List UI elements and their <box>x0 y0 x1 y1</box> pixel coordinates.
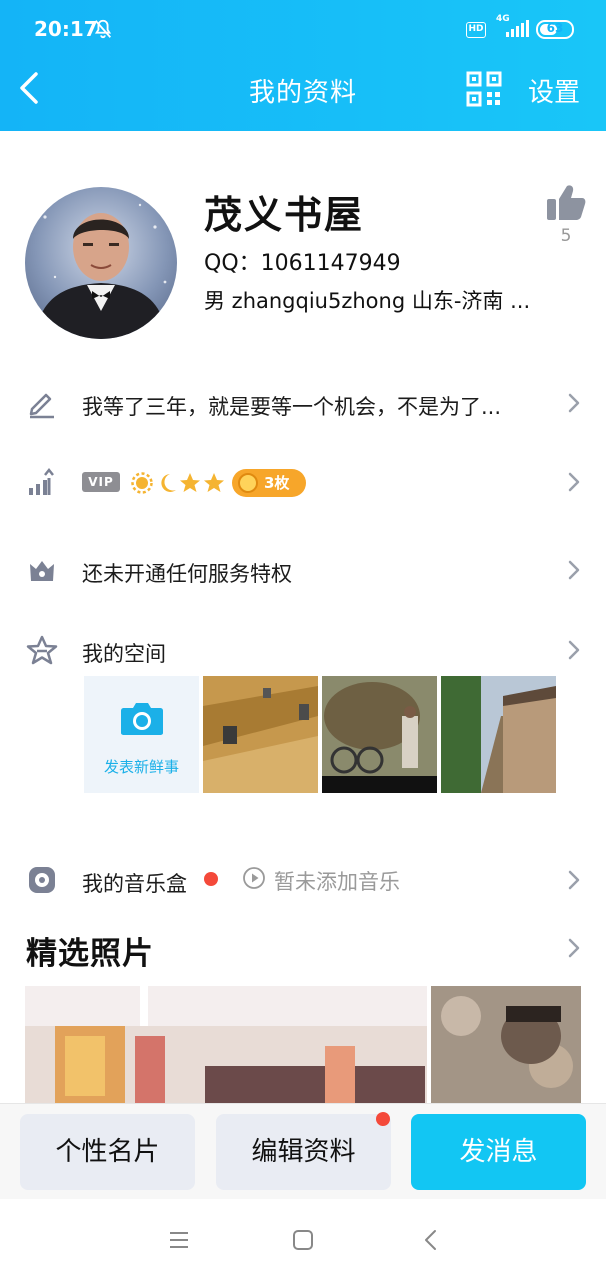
privileges-text: 还未开通任何服务特权 <box>82 562 292 586</box>
status-time: 20:17 <box>34 17 98 41</box>
pencil-icon <box>29 393 54 419</box>
space-grid: 发表新鲜事 <box>84 676 556 793</box>
space-text: 我的空间 <box>82 642 166 666</box>
featured-photos-title: 精选照片 <box>26 936 154 972</box>
chevron-right-icon <box>568 472 580 492</box>
medal-icon <box>238 473 258 493</box>
status-bar: 20:17 HD 4G 63 <box>0 0 606 58</box>
chevron-right-icon <box>568 560 580 580</box>
page-title: 我的资料 <box>248 78 357 108</box>
avatar[interactable] <box>25 187 177 339</box>
space-photo-1[interactable] <box>203 676 318 793</box>
crown-icon <box>30 561 54 581</box>
thumbs-up-icon[interactable] <box>544 182 588 224</box>
like-count: 5 <box>560 226 572 246</box>
space-photo-3[interactable] <box>441 676 556 793</box>
level-icons <box>131 472 224 494</box>
system-nav-bar <box>0 1199 606 1280</box>
menu-icon[interactable] <box>166 1227 192 1253</box>
star-icon <box>204 473 224 492</box>
music-disc-icon <box>29 867 55 893</box>
bell-off-icon <box>94 19 112 39</box>
vip-badge: VIP <box>82 472 120 492</box>
qq-number: QQ：1061147949 <box>204 251 401 276</box>
space-photo-2[interactable] <box>322 676 437 793</box>
settings-button[interactable]: 设置 <box>528 72 580 109</box>
star-icon <box>180 473 200 492</box>
profile-card-button[interactable]: 个性名片 <box>20 1114 195 1190</box>
edit-profile-button[interactable]: 编辑资料 <box>216 1114 391 1190</box>
notification-dot <box>204 872 218 886</box>
star-icon <box>26 635 58 665</box>
qr-code-icon[interactable] <box>466 71 502 107</box>
avatar-image <box>35 203 167 339</box>
profile-info: 男 zhangqiu5zhong 山东-济南 ... <box>204 289 531 313</box>
home-square-icon[interactable] <box>290 1227 316 1253</box>
action-bar: 个性名片 编辑资料 发消息 <box>0 1103 606 1199</box>
level-chart-icon <box>29 467 54 495</box>
battery-icon: 63 <box>536 20 574 39</box>
chevron-right-icon[interactable] <box>566 936 582 960</box>
signature-row[interactable]: 我等了三年，就是要等一个机会，不是为了... <box>0 373 606 433</box>
chevron-right-icon <box>568 640 580 660</box>
privileges-row[interactable]: 还未开通任何服务特权 <box>0 540 606 600</box>
music-box-text: 我的音乐盒 <box>82 872 187 896</box>
camera-icon <box>121 703 163 735</box>
notification-dot <box>376 1112 390 1126</box>
post-update-button[interactable]: 发表新鲜事 <box>84 676 199 793</box>
battery-level: 63 <box>546 21 564 35</box>
music-status: 暂未添加音乐 <box>274 870 400 894</box>
badge-count-label: 3枚 <box>264 474 290 492</box>
header: 20:17 HD 4G 63 我的资料 设置 <box>0 0 606 131</box>
chevron-right-icon <box>568 393 580 413</box>
featured-photo-2[interactable] <box>431 986 581 1106</box>
play-icon <box>243 867 265 889</box>
badge-count[interactable]: 3枚 <box>232 469 306 497</box>
hd-badge: HD <box>466 22 486 38</box>
post-update-label: 发表新鲜事 <box>103 758 179 776</box>
signal-icon <box>506 20 529 37</box>
featured-photo-1[interactable] <box>25 986 427 1106</box>
send-message-button[interactable]: 发消息 <box>411 1114 586 1190</box>
signature-text: 我等了三年，就是要等一个机会，不是为了... <box>82 395 502 419</box>
moon-icon <box>161 474 176 492</box>
chevron-right-icon <box>568 870 580 890</box>
profile-name: 茂义书屋 <box>204 193 365 237</box>
space-row[interactable]: 我的空间 <box>0 620 606 680</box>
sun-icon <box>131 472 153 494</box>
back-triangle-icon[interactable] <box>418 1227 444 1253</box>
